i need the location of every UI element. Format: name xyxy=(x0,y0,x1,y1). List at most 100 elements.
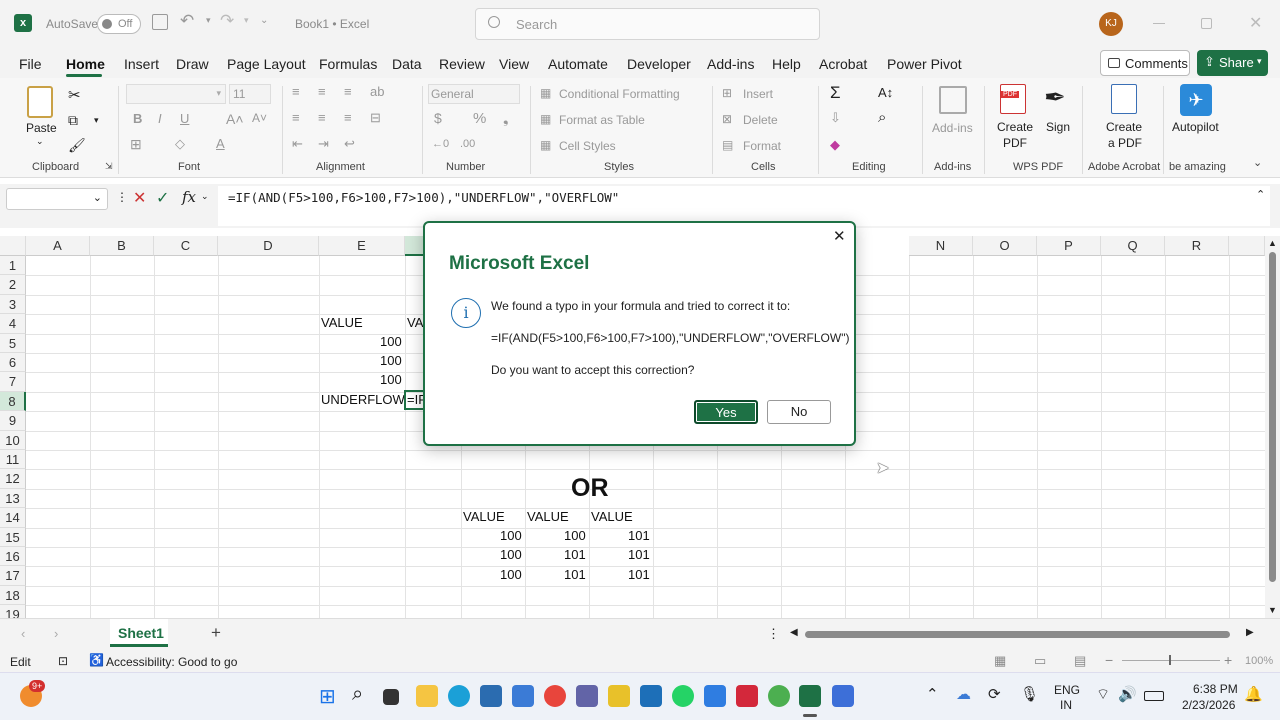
tab-review[interactable]: Review xyxy=(439,56,485,72)
cut-icon[interactable]: ✂ xyxy=(68,86,81,104)
page-break-view-icon[interactable]: ▤ xyxy=(1074,653,1086,669)
tab-add-ins[interactable]: Add-ins xyxy=(707,56,754,72)
sign-icon[interactable]: ✒ xyxy=(1044,82,1066,113)
save-icon[interactable] xyxy=(152,14,168,30)
horizontal-scroll-thumb[interactable] xyxy=(805,631,1230,638)
row-header[interactable]: 14 xyxy=(0,508,26,528)
autopilot-label[interactable]: Autopilot xyxy=(1172,120,1219,134)
cell-i16[interactable]: 101 xyxy=(564,545,586,564)
tab-home[interactable]: Home xyxy=(66,56,105,72)
cell-e7[interactable]: 100 xyxy=(380,370,402,389)
macro-recording-icon[interactable]: ⊡ xyxy=(58,654,68,668)
cell-e8[interactable]: UNDERFLOW xyxy=(321,390,405,409)
align-center-icon[interactable]: ≡ xyxy=(318,110,326,125)
row-header[interactable]: 11 xyxy=(0,450,26,470)
tab-draw[interactable]: Draw xyxy=(176,56,209,72)
zoom-slider-thumb[interactable] xyxy=(1169,655,1171,665)
find-select-icon[interactable]: ⌕ xyxy=(878,109,886,126)
language-line-2[interactable]: IN xyxy=(1060,698,1072,712)
scroll-right-icon[interactable]: ▶ xyxy=(1246,627,1254,638)
column-header-q[interactable]: Q xyxy=(1101,236,1165,256)
column-header-b[interactable]: B xyxy=(90,236,154,256)
insert-cells-button[interactable]: Insert xyxy=(743,87,773,101)
redo-dropdown-icon[interactable]: ▾ xyxy=(244,15,249,26)
or-heading[interactable]: OR xyxy=(571,474,609,502)
tab-file[interactable]: File xyxy=(19,56,42,72)
volume-icon[interactable]: 🔊 xyxy=(1118,685,1137,703)
onedrive-tray-icon[interactable]: ☁ xyxy=(956,685,971,703)
tab-power-pivot[interactable]: Power Pivot xyxy=(887,56,962,72)
row-header[interactable]: 13 xyxy=(0,488,26,509)
dialog-close-icon[interactable]: ✕ xyxy=(833,227,846,245)
sheet-tab-sheet1[interactable]: Sheet1 xyxy=(110,619,168,647)
cell-h14[interactable]: VALUE xyxy=(463,507,505,526)
microphone-icon[interactable]: 🎙 xyxy=(1020,685,1039,703)
snipping-tool-icon[interactable] xyxy=(832,685,854,707)
conditional-formatting-icon[interactable]: ▦ xyxy=(540,86,551,100)
align-right-icon[interactable]: ≡ xyxy=(344,110,352,125)
prev-sheet-icon[interactable]: ‹ xyxy=(21,626,25,641)
restore-icon[interactable] xyxy=(1201,18,1212,29)
cell-e6[interactable]: 100 xyxy=(380,351,402,370)
autopilot-icon[interactable]: ✈ xyxy=(1180,84,1212,116)
row-header[interactable]: 12 xyxy=(0,469,26,489)
notifications-icon[interactable]: 🔔 xyxy=(1244,685,1263,703)
sync-icon[interactable]: ⟳ xyxy=(988,685,1001,703)
create-pdf-label[interactable]: Create xyxy=(997,120,1033,134)
accessibility-icon[interactable]: ♿ xyxy=(89,653,104,667)
row-header[interactable]: 5 xyxy=(0,333,26,353)
tab-help[interactable]: Help xyxy=(772,56,801,72)
scroll-left-icon[interactable]: ◀ xyxy=(790,627,798,638)
enter-formula-icon[interactable]: ✓ xyxy=(156,188,169,208)
increase-decimal-icon[interactable]: ←0 xyxy=(432,138,449,150)
row-header[interactable]: 18 xyxy=(0,585,26,606)
close-window-icon[interactable]: ✕ xyxy=(1249,13,1262,33)
row-header[interactable]: 17 xyxy=(0,566,26,586)
column-header-s[interactable] xyxy=(1229,236,1265,256)
decrease-indent-icon[interactable]: ⇤ xyxy=(292,136,303,152)
cell-j16[interactable]: 101 xyxy=(628,545,650,564)
cell-i17[interactable]: 101 xyxy=(564,565,586,584)
add-sheet-icon[interactable]: + xyxy=(211,623,221,643)
row-header[interactable]: 16 xyxy=(0,547,26,567)
cell-j15[interactable]: 101 xyxy=(628,526,650,545)
cell-i14[interactable]: VALUE xyxy=(527,507,569,526)
chrome-icon[interactable] xyxy=(544,685,566,707)
shrink-font-icon[interactable]: A˅ xyxy=(252,111,267,125)
tab-data[interactable]: Data xyxy=(392,56,422,72)
zoom-out-icon[interactable]: − xyxy=(1105,652,1113,668)
format-as-table-icon[interactable]: ▦ xyxy=(540,112,551,126)
row-header[interactable]: 1 xyxy=(0,256,26,276)
acrobat-create-label[interactable]: Create xyxy=(1106,120,1142,134)
accessibility-status[interactable]: Accessibility: Good to go xyxy=(106,655,237,669)
row-header[interactable]: 8 xyxy=(0,391,26,412)
align-middle-icon[interactable]: ≡ xyxy=(318,84,326,99)
file-explorer-icon[interactable] xyxy=(416,685,438,707)
cell-h17[interactable]: 100 xyxy=(500,565,522,584)
paste-label[interactable]: Paste xyxy=(26,121,57,135)
cell-f4[interactable]: VA xyxy=(407,313,423,332)
sheet-options-icon[interactable]: ⋮ xyxy=(767,626,780,642)
autosave-toggle[interactable]: Off xyxy=(97,14,141,34)
excel-taskbar-icon[interactable] xyxy=(799,685,821,707)
cell-h15[interactable]: 100 xyxy=(500,526,522,545)
acrobat-create-label-2[interactable]: a PDF xyxy=(1108,136,1142,150)
format-as-table-button[interactable]: Format as Table xyxy=(559,113,645,127)
cell-h16[interactable]: 100 xyxy=(500,545,522,564)
redo-icon[interactable]: ↷ xyxy=(220,11,234,31)
format-cells-button[interactable]: Format xyxy=(743,139,781,153)
share-button[interactable]: ⇪ Share ▾ xyxy=(1197,50,1268,76)
wrap-text-icon[interactable]: ↩ xyxy=(344,136,355,152)
vertical-scrollbar[interactable]: ▲ ▼ xyxy=(1265,236,1280,618)
decrease-decimal-icon[interactable]: .00 xyxy=(460,138,475,150)
undo-icon[interactable]: ↶ xyxy=(180,11,194,31)
cell-styles-button[interactable]: Cell Styles xyxy=(559,139,616,153)
row-header[interactable]: 15 xyxy=(0,527,26,547)
clock-time[interactable]: 6:38 PM xyxy=(1193,682,1238,696)
percent-icon[interactable]: % xyxy=(473,110,486,127)
collapse-ribbon-icon[interactable]: ⌄ xyxy=(1253,156,1262,169)
row-header[interactable]: 4 xyxy=(0,314,26,334)
paste-dropdown-icon[interactable]: ⌄ xyxy=(36,136,44,147)
page-layout-view-icon[interactable]: ▭ xyxy=(1034,653,1046,669)
zoom-level[interactable]: 100% xyxy=(1245,655,1273,667)
